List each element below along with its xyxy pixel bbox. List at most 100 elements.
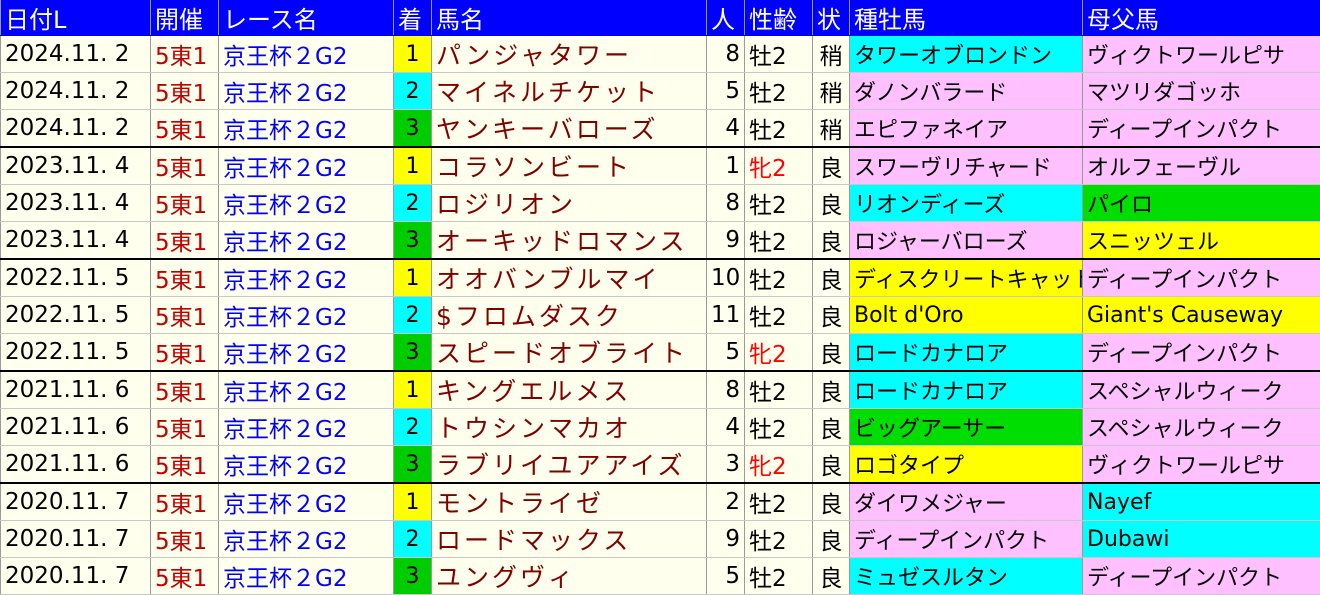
horse-name-cell: コラソンビート <box>432 147 707 185</box>
date-cell: 2022.11. 5 <box>1 259 151 297</box>
table-row: 2023.11. 45東1京王杯２G22ロジリオン8牡2良リオンディーズパイロ <box>1 185 1320 222</box>
dam-sire-cell: スニッツェル <box>1083 222 1320 260</box>
venue-cell: 5東1 <box>151 371 219 409</box>
header-finish[interactable]: 着 <box>394 0 432 36</box>
dam-sire-cell: ディープインパクト <box>1083 558 1320 595</box>
popularity-cell: 5 <box>707 73 745 110</box>
popularity-cell: 4 <box>707 409 745 446</box>
venue-cell: 5東1 <box>151 36 219 73</box>
horse-name-cell: ヤンキーバローズ <box>432 110 707 148</box>
track-condition-cell: 良 <box>813 446 850 484</box>
horse-name-cell: ラブリイユアアイズ <box>432 446 707 484</box>
popularity-cell: 9 <box>707 521 745 558</box>
date-cell: 2021.11. 6 <box>1 409 151 446</box>
sex-age-cell: 牡2 <box>745 558 813 595</box>
table-row: 2020.11. 75東1京王杯２G22ロードマックス9牡2良ディープインパクト… <box>1 521 1320 558</box>
sex-age-cell: 牡2 <box>745 409 813 446</box>
horse-name-cell: ロードマックス <box>432 521 707 558</box>
sex-age-cell: 牡2 <box>745 222 813 260</box>
popularity-cell: 10 <box>707 259 745 297</box>
venue-cell: 5東1 <box>151 222 219 260</box>
table-row: 2022.11. 55東1京王杯２G23スピードオブライト5牝2良ロードカナロア… <box>1 334 1320 372</box>
race-name-cell: 京王杯２G2 <box>219 185 394 222</box>
sire-cell: Bolt d'Oro <box>850 297 1083 334</box>
race-name-cell: 京王杯２G2 <box>219 36 394 73</box>
sex-age-cell: 牡2 <box>745 297 813 334</box>
sex-age-cell: 牡2 <box>745 73 813 110</box>
sire-cell: ロードカナロア <box>850 371 1083 409</box>
venue-cell: 5東1 <box>151 73 219 110</box>
venue-cell: 5東1 <box>151 110 219 148</box>
sex-age-cell: 牡2 <box>745 483 813 521</box>
sex-age-cell: 牡2 <box>745 521 813 558</box>
dam-sire-cell: Nayef <box>1083 483 1320 521</box>
track-condition-cell: 良 <box>813 297 850 334</box>
race-name-cell: 京王杯２G2 <box>219 110 394 148</box>
track-condition-cell: 良 <box>813 521 850 558</box>
horse-name-cell: モントライゼ <box>432 483 707 521</box>
date-cell: 2020.11. 7 <box>1 521 151 558</box>
horse-name-cell: スピードオブライト <box>432 334 707 372</box>
dam-sire-cell: ディープインパクト <box>1083 110 1320 148</box>
race-name-cell: 京王杯２G2 <box>219 73 394 110</box>
header-date[interactable]: 日付L <box>1 0 151 36</box>
finish-cell: 3 <box>394 558 432 595</box>
sire-cell: ロジャーバローズ <box>850 222 1083 260</box>
header-track[interactable]: 状 <box>813 0 850 36</box>
table-row: 2021.11. 65東1京王杯２G22トウシンマカオ4牡2良ビッグアーサースペ… <box>1 409 1320 446</box>
venue-cell: 5東1 <box>151 409 219 446</box>
race-name-cell: 京王杯２G2 <box>219 334 394 372</box>
header-venue[interactable]: 開催 <box>151 0 219 36</box>
table-row: 2020.11. 75東1京王杯２G21モントライゼ2牡2良ダイワメジャーNay… <box>1 483 1320 521</box>
race-name-cell: 京王杯２G2 <box>219 297 394 334</box>
track-condition-cell: 良 <box>813 259 850 297</box>
finish-cell: 2 <box>394 297 432 334</box>
date-cell: 2024.11. 2 <box>1 36 151 73</box>
sex-age-cell: 牡2 <box>745 36 813 73</box>
table-row: 2022.11. 55東1京王杯２G22$フロムダスク11牡2良Bolt d'O… <box>1 297 1320 334</box>
table-row: 2021.11. 65東1京王杯２G21キングエルメス8牡2良ロードカナロアスペ… <box>1 371 1320 409</box>
venue-cell: 5東1 <box>151 334 219 372</box>
popularity-cell: 9 <box>707 222 745 260</box>
race-name-cell: 京王杯２G2 <box>219 483 394 521</box>
sire-cell: リオンディーズ <box>850 185 1083 222</box>
sire-cell: エピファネイア <box>850 110 1083 148</box>
dam-sire-cell: オルフェーヴル <box>1083 147 1320 185</box>
sex-age-cell: 牡2 <box>745 371 813 409</box>
finish-cell: 3 <box>394 222 432 260</box>
dam-sire-cell: Giant's Causeway <box>1083 297 1320 334</box>
finish-cell: 1 <box>394 483 432 521</box>
sire-cell: ディスクリートキャット <box>850 259 1083 297</box>
table-row: 2024.11. 25東1京王杯２G22マイネルチケット5牡2稍ダノンバラードマ… <box>1 73 1320 110</box>
finish-cell: 3 <box>394 110 432 148</box>
date-cell: 2022.11. 5 <box>1 297 151 334</box>
date-cell: 2023.11. 4 <box>1 185 151 222</box>
race-name-cell: 京王杯２G2 <box>219 371 394 409</box>
race-name-cell: 京王杯２G2 <box>219 222 394 260</box>
date-cell: 2020.11. 7 <box>1 483 151 521</box>
dam-sire-cell: ディープインパクト <box>1083 334 1320 372</box>
header-sire[interactable]: 種牡馬 <box>850 0 1083 36</box>
sire-cell: ロゴタイプ <box>850 446 1083 484</box>
track-condition-cell: 稍 <box>813 110 850 148</box>
track-condition-cell: 良 <box>813 147 850 185</box>
dam-sire-cell: ヴィクトワールピサ <box>1083 36 1320 73</box>
venue-cell: 5東1 <box>151 483 219 521</box>
race-name-cell: 京王杯２G2 <box>219 147 394 185</box>
header-sex-age[interactable]: 性齢 <box>745 0 813 36</box>
sex-age-cell: 牝2 <box>745 147 813 185</box>
header-dam-sire[interactable]: 母父馬 <box>1083 0 1320 36</box>
race-name-cell: 京王杯２G2 <box>219 259 394 297</box>
finish-cell: 3 <box>394 446 432 484</box>
header-horse[interactable]: 馬名 <box>432 0 707 36</box>
header-race[interactable]: レース名 <box>219 0 394 36</box>
table-row: 2023.11. 45東1京王杯２G21コラソンビート1牝2良スワーヴリチャード… <box>1 147 1320 185</box>
header-row: 日付L 開催 レース名 着 馬名 人 性齢 状 種牡馬 母父馬 <box>1 0 1320 36</box>
venue-cell: 5東1 <box>151 147 219 185</box>
dam-sire-cell: マツリダゴッホ <box>1083 73 1320 110</box>
date-cell: 2024.11. 2 <box>1 73 151 110</box>
horse-name-cell: キングエルメス <box>432 371 707 409</box>
track-condition-cell: 稍 <box>813 73 850 110</box>
header-popularity[interactable]: 人 <box>707 0 745 36</box>
venue-cell: 5東1 <box>151 259 219 297</box>
